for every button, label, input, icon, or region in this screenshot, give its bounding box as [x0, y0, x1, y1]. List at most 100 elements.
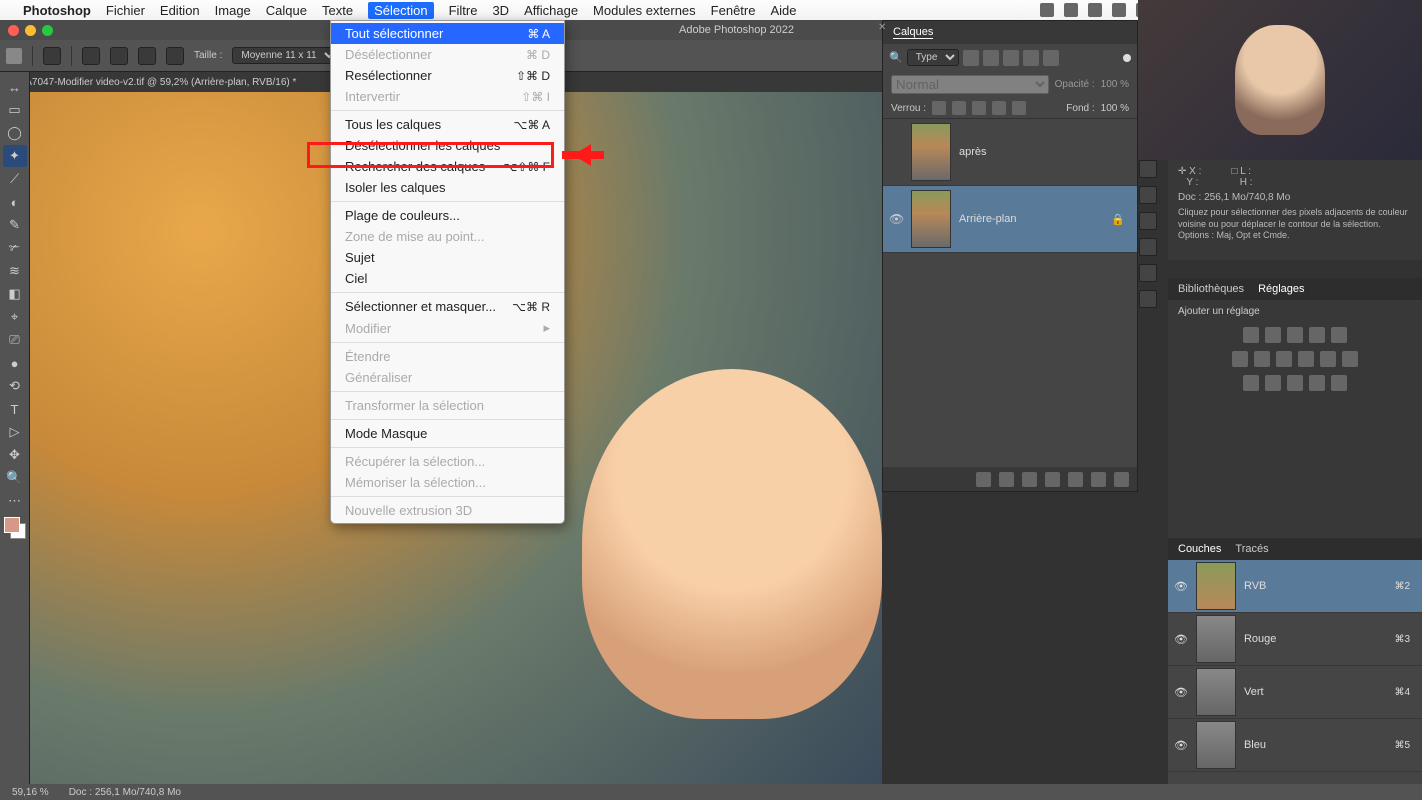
- tool-button[interactable]: ✦: [3, 145, 27, 167]
- menu-item[interactable]: Sujet: [331, 247, 564, 268]
- adj-icon[interactable]: [1331, 375, 1347, 391]
- tray-icon[interactable]: [1112, 3, 1126, 17]
- adj-icon[interactable]: [1265, 327, 1281, 343]
- menu-filtre[interactable]: Filtre: [449, 3, 478, 18]
- opt-icon[interactable]: [166, 47, 184, 65]
- menu-item[interactable]: Sélectionner et masquer...⌥⌘ R: [331, 296, 564, 317]
- menu-3d[interactable]: 3D: [492, 3, 509, 18]
- layer-filter-select[interactable]: Type: [907, 49, 959, 66]
- tool-button[interactable]: ✥: [3, 444, 27, 466]
- menu-item[interactable]: Isoler les calques: [331, 177, 564, 198]
- tool-button[interactable]: ⋯: [3, 490, 27, 512]
- visibility-icon[interactable]: 👁: [1174, 633, 1188, 646]
- zoom-traffic-light[interactable]: [42, 25, 53, 36]
- tool-button[interactable]: ⟲: [3, 375, 27, 397]
- menu-item[interactable]: Tous les calques⌥⌘ A: [331, 114, 564, 135]
- trash-icon[interactable]: [1114, 472, 1129, 487]
- layer-thumb[interactable]: [911, 190, 951, 248]
- tray-icon[interactable]: [1064, 3, 1078, 17]
- adj-icon[interactable]: [1287, 327, 1303, 343]
- layer-row[interactable]: 👁Arrière-plan🔒: [883, 186, 1137, 253]
- menu-item[interactable]: Plage de couleurs...: [331, 205, 564, 226]
- tool-button[interactable]: ⎚: [3, 329, 27, 351]
- filter-toggle[interactable]: [1123, 54, 1131, 62]
- color-swatch[interactable]: [4, 517, 26, 539]
- minimize-traffic-light[interactable]: [25, 25, 36, 36]
- home-icon[interactable]: [6, 48, 22, 64]
- menu-edition[interactable]: Edition: [160, 3, 200, 18]
- visibility-icon[interactable]: 👁: [1174, 739, 1188, 752]
- adj-icon[interactable]: [1342, 351, 1358, 367]
- blend-mode-select[interactable]: Normal: [891, 75, 1049, 94]
- channel-row[interactable]: 👁Vert⌘4: [1168, 666, 1422, 719]
- tool-button[interactable]: ◯: [3, 122, 27, 144]
- channels-tab[interactable]: Couches: [1178, 543, 1221, 555]
- mask-icon[interactable]: [1022, 472, 1037, 487]
- adj-icon[interactable]: [1309, 375, 1325, 391]
- menu-item[interactable]: Resélectionner⇧⌘ D: [331, 65, 564, 86]
- adj-icon[interactable]: [1243, 375, 1259, 391]
- libraries-tab[interactable]: Bibliothèques: [1178, 283, 1244, 295]
- menu-calque[interactable]: Calque: [266, 3, 307, 18]
- panel-icon[interactable]: [1139, 160, 1157, 178]
- tool-button[interactable]: ↔: [3, 76, 27, 98]
- tray-icon[interactable]: [1088, 3, 1102, 17]
- menu-item[interactable]: Ciel: [331, 268, 564, 289]
- menu-image[interactable]: Image: [215, 3, 251, 18]
- adj-icon[interactable]: [1309, 327, 1325, 343]
- panel-collapse-icon[interactable]: ✕: [878, 22, 886, 33]
- menu-aide[interactable]: Aide: [770, 3, 796, 18]
- adj-icon[interactable]: [1243, 327, 1259, 343]
- link-icon[interactable]: [976, 472, 991, 487]
- tool-button[interactable]: ▷: [3, 421, 27, 443]
- tool-button[interactable]: ✎: [3, 214, 27, 236]
- menu-item[interactable]: Tout sélectionner⌘ A: [331, 23, 564, 44]
- adj-icon[interactable]: [1254, 351, 1270, 367]
- panel-icon[interactable]: [1139, 212, 1157, 230]
- menu-affichage[interactable]: Affichage: [524, 3, 578, 18]
- channel-row[interactable]: 👁RVB⌘2: [1168, 560, 1422, 613]
- menu-item[interactable]: Mode Masque: [331, 423, 564, 444]
- panel-icon[interactable]: [1139, 290, 1157, 308]
- adj-icon[interactable]: [1320, 351, 1336, 367]
- sample-size-select[interactable]: Moyenne 11 x 11: [232, 47, 338, 64]
- adj-icon[interactable]: [1287, 375, 1303, 391]
- tool-button[interactable]: ✃: [3, 237, 27, 259]
- menu-item[interactable]: Désélectionner les calques: [331, 135, 564, 156]
- adj-icon[interactable]: [1331, 327, 1347, 343]
- filter-icon[interactable]: [983, 50, 999, 66]
- adj-icon[interactable]: [1298, 351, 1314, 367]
- opt-icon[interactable]: [110, 47, 128, 65]
- lock-icon[interactable]: [992, 101, 1006, 115]
- panel-icon[interactable]: [1139, 264, 1157, 282]
- filter-icon[interactable]: [1023, 50, 1039, 66]
- paths-tab[interactable]: Tracés: [1235, 543, 1268, 555]
- panel-icon[interactable]: [1139, 238, 1157, 256]
- visibility-icon[interactable]: 👁: [889, 212, 903, 226]
- opt-icon[interactable]: [138, 47, 156, 65]
- filter-icon[interactable]: [963, 50, 979, 66]
- tool-button[interactable]: ≋: [3, 260, 27, 282]
- opt-icon[interactable]: [82, 47, 100, 65]
- app-name[interactable]: Photoshop: [23, 3, 91, 18]
- visibility-icon[interactable]: 👁: [1174, 686, 1188, 699]
- lock-icon[interactable]: [972, 101, 986, 115]
- adjustment-icon[interactable]: [1045, 472, 1060, 487]
- lock-icon[interactable]: [932, 101, 946, 115]
- adjustments-tab[interactable]: Réglages: [1258, 283, 1304, 295]
- menu-modules[interactable]: Modules externes: [593, 3, 696, 18]
- close-traffic-light[interactable]: [8, 25, 19, 36]
- filter-icon[interactable]: [1003, 50, 1019, 66]
- menu-item[interactable]: Rechercher des calques⌥⇧⌘ F: [331, 156, 564, 177]
- layer-row[interactable]: après: [883, 119, 1137, 186]
- channel-row[interactable]: 👁Rouge⌘3: [1168, 613, 1422, 666]
- layers-tab[interactable]: Calques: [893, 26, 933, 39]
- adj-icon[interactable]: [1276, 351, 1292, 367]
- lock-icon[interactable]: [952, 101, 966, 115]
- tray-icon[interactable]: [1040, 3, 1054, 17]
- tool-button[interactable]: T: [3, 398, 27, 420]
- channel-row[interactable]: 👁Bleu⌘5: [1168, 719, 1422, 772]
- menu-fichier[interactable]: Fichier: [106, 3, 145, 18]
- visibility-icon[interactable]: 👁: [1174, 580, 1188, 593]
- fx-icon[interactable]: [999, 472, 1014, 487]
